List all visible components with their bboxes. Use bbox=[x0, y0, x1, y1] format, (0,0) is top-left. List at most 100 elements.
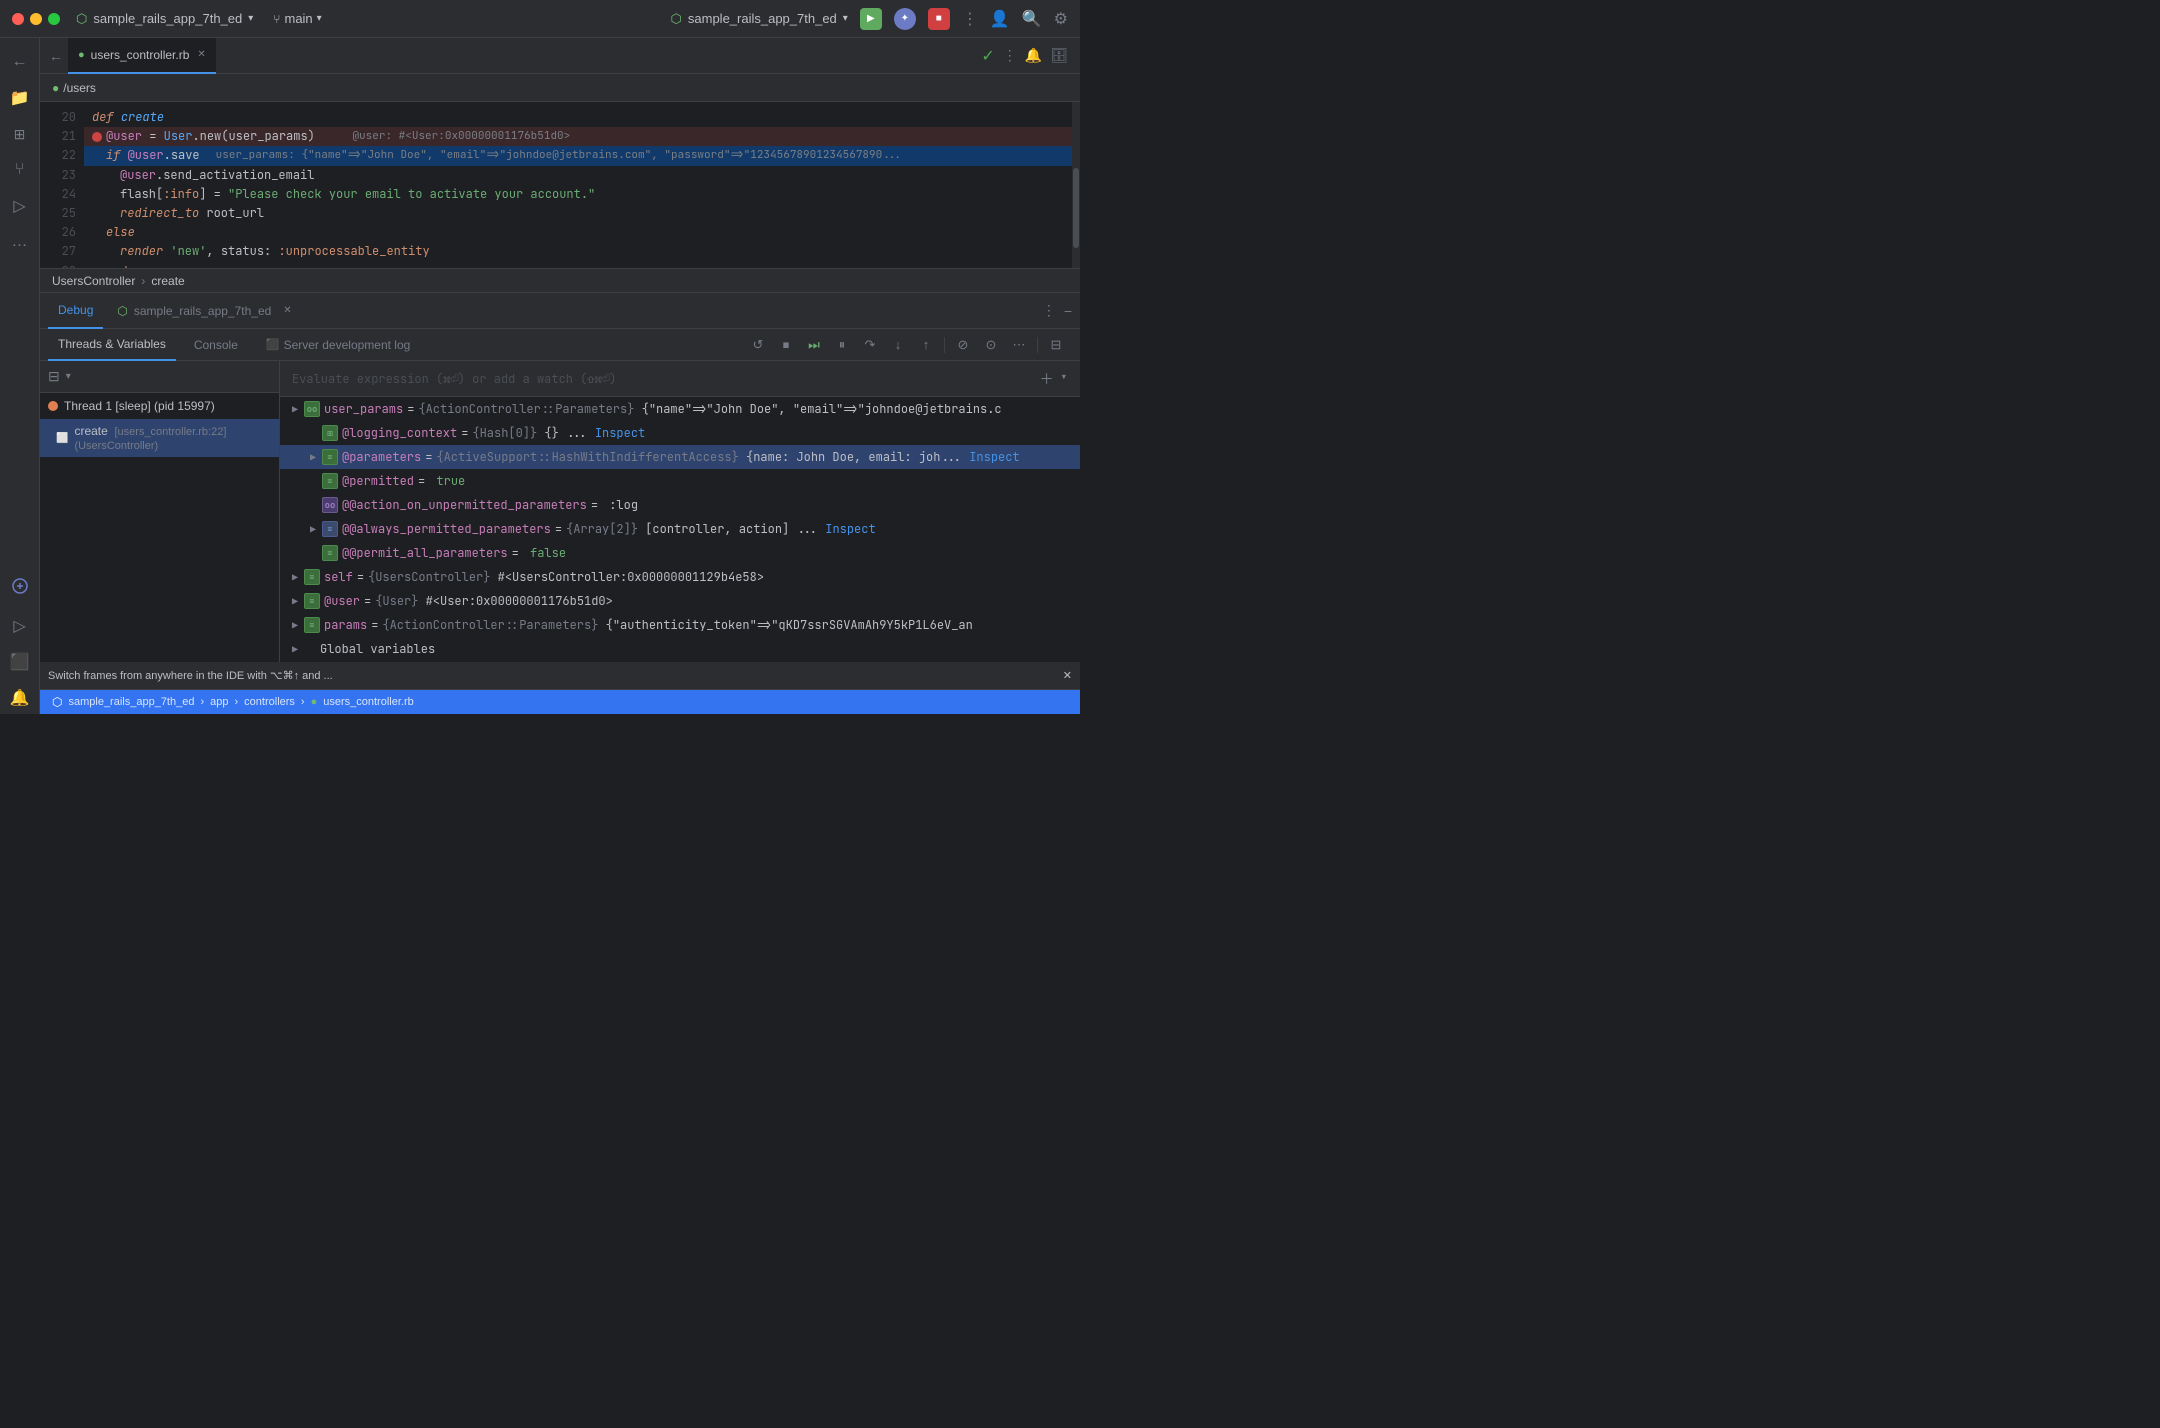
tab-file-icon: ● bbox=[78, 49, 85, 61]
sidebar-notifications-icon[interactable]: 🔔 bbox=[4, 682, 36, 714]
code-line-20: def create bbox=[92, 108, 1080, 127]
code-line-24: flash[ :info ] = "Please check your emai… bbox=[92, 185, 1080, 204]
var-type-icon-always-permitted: ≡ bbox=[322, 521, 338, 537]
var-expand-global[interactable]: ▶ bbox=[288, 642, 302, 656]
var-inspect-logging[interactable]: Inspect bbox=[588, 425, 646, 441]
debug-tab-close-icon[interactable]: ✕ bbox=[283, 305, 291, 316]
tab-users-controller[interactable]: ● users_controller.rb ✕ bbox=[68, 38, 216, 74]
debug-extra-icon[interactable]: ⋯ bbox=[1007, 333, 1031, 357]
debug-mute-icon[interactable]: ⊘ bbox=[951, 333, 975, 357]
var-expand-user-params[interactable]: ▶ bbox=[288, 402, 302, 416]
var-expand-user[interactable]: ▶ bbox=[288, 594, 302, 608]
project-name[interactable]: ⬡ sample_rails_app_7th_ed ▾ bbox=[76, 11, 253, 27]
notice-close-button[interactable]: ✕ bbox=[1063, 669, 1072, 682]
var-item-permitted[interactable]: ≡ @permitted = true bbox=[280, 469, 1080, 493]
frames-dropdown-icon[interactable]: ▾ bbox=[66, 371, 71, 382]
var-type-icon-self: ≡ bbox=[304, 569, 320, 585]
var-inspect-always-permitted[interactable]: Inspect bbox=[818, 521, 876, 537]
close-button[interactable] bbox=[12, 13, 24, 25]
run-config-dropdown-icon[interactable]: ▾ bbox=[843, 13, 848, 24]
var-expand-logging-context[interactable] bbox=[306, 426, 320, 440]
debug-clear-icon[interactable]: ⊙ bbox=[979, 333, 1003, 357]
breadcrumb-path[interactable]: /users bbox=[63, 81, 96, 95]
frame-item-create[interactable]: ⬜ create [users_controller.rb:22] (Users… bbox=[40, 419, 279, 457]
sidebar-files-icon[interactable]: 📁 bbox=[4, 82, 36, 114]
tab-action-more-icon[interactable]: ⋮ bbox=[1003, 47, 1017, 64]
main-layout: ← 📁 ⊞ ⑂ ▷ … ▷ ⬛ 🔔 ← ● users_controller.r… bbox=[0, 38, 1080, 714]
toolbar-sep-1 bbox=[944, 337, 945, 353]
var-expand-params[interactable]: ▶ bbox=[288, 618, 302, 632]
debug-minimize-icon[interactable]: − bbox=[1064, 303, 1072, 319]
sidebar-search-icon[interactable]: ⊞ bbox=[4, 118, 36, 150]
var-item-permit-all[interactable]: ≡ @@permit_all_parameters = false bbox=[280, 541, 1080, 565]
debug-pause-icon[interactable]: ⏸ bbox=[830, 333, 854, 357]
debug-restart-icon[interactable]: ↺ bbox=[746, 333, 770, 357]
project-dropdown-icon[interactable]: ▾ bbox=[248, 13, 253, 24]
search-icon[interactable]: 🔍 bbox=[1022, 9, 1042, 29]
sidebar-git-icon[interactable]: ⑂ bbox=[4, 154, 36, 186]
var-item-self[interactable]: ▶ ≡ self = {UsersController} #<UsersCont… bbox=[280, 565, 1080, 589]
profile-icon[interactable]: 👤 bbox=[990, 9, 1010, 29]
var-item-params[interactable]: ▶ ≡ params = {ActionController::Paramete… bbox=[280, 613, 1080, 637]
copilot-button[interactable]: ✦ bbox=[894, 8, 916, 30]
thread-item[interactable]: Thread 1 [sleep] (pid 15997) bbox=[40, 393, 279, 419]
code-line-27: render 'new' , status: :unprocessable_en… bbox=[92, 242, 1080, 261]
sidebar-run-icon[interactable]: ▷ bbox=[4, 190, 36, 222]
debug-layout-icon[interactable]: ⊟ bbox=[1044, 333, 1068, 357]
var-item-global[interactable]: ▶ Global variables bbox=[280, 637, 1080, 661]
code-breadcrumb-method: create bbox=[151, 274, 184, 288]
debug-step-over-icon[interactable]: ↷ bbox=[858, 333, 882, 357]
scrollbar-vertical[interactable] bbox=[1072, 102, 1080, 268]
sidebar-terminal-icon[interactable]: ⬛ bbox=[4, 646, 36, 678]
var-item-parameters[interactable]: ▶ ≡ @parameters = {ActiveSupport::HashWi… bbox=[280, 445, 1080, 469]
var-item-action-on-unpermitted[interactable]: oo @@action_on_unpermitted_parameters = … bbox=[280, 493, 1080, 517]
eval-add-icon[interactable]: ＋ bbox=[1040, 369, 1054, 389]
run-config[interactable]: ⬡ sample_rails_app_7th_ed ▾ bbox=[671, 11, 848, 27]
debug-more-icon[interactable]: ⋮ bbox=[1042, 302, 1056, 319]
scrollbar-thumb[interactable] bbox=[1073, 168, 1079, 248]
tab-action-bell-icon[interactable]: 🔔 bbox=[1025, 47, 1042, 64]
var-expand-self[interactable]: ▶ bbox=[288, 570, 302, 584]
sidebar-debug-icon[interactable] bbox=[4, 570, 36, 602]
var-inspect-parameters[interactable]: Inspect bbox=[962, 449, 1020, 465]
var-item-always-permitted[interactable]: ▶ ≡ @@always_permitted_parameters = {Arr… bbox=[280, 517, 1080, 541]
tab-back-button[interactable]: ← bbox=[44, 44, 68, 68]
var-expand-parameters[interactable]: ▶ bbox=[306, 450, 320, 464]
branch-dropdown-icon[interactable]: ▾ bbox=[317, 13, 322, 24]
debug-resume-icon[interactable]: ⏭ bbox=[802, 333, 826, 357]
maximize-button[interactable] bbox=[48, 13, 60, 25]
eval-dropdown-icon[interactable]: ▾ bbox=[1060, 369, 1068, 389]
filter-icon[interactable]: ⊟ bbox=[48, 368, 60, 385]
branch-selector[interactable]: ⑂ main ▾ bbox=[273, 11, 321, 26]
debug-step-out-icon[interactable]: ↑ bbox=[914, 333, 938, 357]
sidebar-back-icon[interactable]: ← bbox=[4, 46, 36, 78]
run-button[interactable]: ▶ bbox=[860, 8, 882, 30]
debug-step-into-icon[interactable]: ↓ bbox=[886, 333, 910, 357]
notice-text: Switch frames from anywhere in the IDE w… bbox=[48, 669, 333, 682]
tab-action-db-icon[interactable]: 🗄 bbox=[1050, 47, 1068, 64]
status-sep2: › bbox=[235, 696, 239, 708]
minimize-button[interactable] bbox=[30, 13, 42, 25]
tab-action-check-icon[interactable]: ✓ bbox=[981, 46, 994, 66]
stop-button[interactable]: ■ bbox=[928, 8, 950, 30]
tab-close-button[interactable]: ✕ bbox=[197, 49, 205, 60]
settings-icon[interactable]: ⚙ bbox=[1054, 9, 1068, 29]
debug-stop-icon[interactable]: ⏹ bbox=[774, 333, 798, 357]
debug-tab-debug[interactable]: Debug bbox=[48, 293, 103, 329]
more-options-icon[interactable]: ⋮ bbox=[962, 9, 978, 29]
var-item-user[interactable]: ▶ ≡ @user = {User} #<User:0x00000001176b… bbox=[280, 589, 1080, 613]
sidebar-more-icon[interactable]: … bbox=[4, 226, 36, 258]
var-item-user-params[interactable]: ▶ oo user_params = {ActionController::Pa… bbox=[280, 397, 1080, 421]
var-type-icon-action-unpermitted: oo bbox=[322, 497, 338, 513]
subtab-server-log[interactable]: ⬛ Server development log bbox=[256, 329, 420, 361]
tab-bar: ← ● users_controller.rb ✕ ✓ ⋮ 🔔 🗄 bbox=[40, 38, 1080, 74]
var-expand-always-permitted[interactable]: ▶ bbox=[306, 522, 320, 536]
breadcrumb-bar: ● /users bbox=[40, 74, 1080, 102]
thread-status-dot bbox=[48, 401, 58, 411]
var-item-logging-context[interactable]: ▣ @logging_context = {Hash[0]} {} ... In… bbox=[280, 421, 1080, 445]
debug-tab-session[interactable]: ⬡ sample_rails_app_7th_ed ✕ bbox=[107, 293, 301, 329]
subtab-threads[interactable]: Threads & Variables bbox=[48, 329, 176, 361]
sidebar-run2-icon[interactable]: ▷ bbox=[4, 610, 36, 642]
variables-list: ▶ oo user_params = {ActionController::Pa… bbox=[280, 397, 1080, 662]
subtab-console[interactable]: Console bbox=[184, 329, 248, 361]
